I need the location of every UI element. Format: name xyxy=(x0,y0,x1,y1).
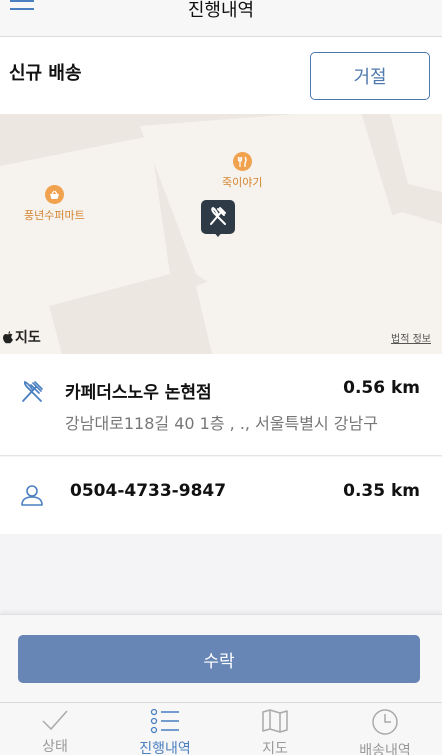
reject-button[interactable]: 거절 xyxy=(310,52,430,100)
customer-row[interactable]: 0504-4733-9847 0.35 km xyxy=(0,457,442,534)
map-view[interactable]: 풍년수퍼마트 죽이야기 지도 법적 정보 xyxy=(0,114,442,354)
map-legal-link[interactable]: 법적 정보 xyxy=(391,330,431,345)
tab-status-label: 상태 xyxy=(42,739,68,755)
list-icon xyxy=(149,708,181,734)
map-brand-label: 지도 xyxy=(15,330,41,346)
customer-phone[interactable]: 0504-4733-9847 xyxy=(70,481,226,501)
pickup-distance: 0.56 km xyxy=(343,378,420,398)
pickup-address: 강남대로118길 40 1층 , ., 서울특별시 강남구 xyxy=(65,414,378,433)
new-delivery-bar: 신규 배송 거절 xyxy=(0,37,442,114)
action-area: 수락 xyxy=(0,614,442,702)
poi-supermarket[interactable]: 풍년수퍼마트 xyxy=(24,185,85,223)
map-brand: 지도 xyxy=(2,327,41,347)
page-title: 진행내역 xyxy=(187,0,255,21)
pin-pointer xyxy=(212,230,224,237)
check-icon xyxy=(40,708,70,732)
accept-button[interactable]: 수락 xyxy=(18,635,420,683)
pickup-name: 카페더스노우 논현점 xyxy=(65,383,212,403)
tab-bar: 상태 진행내역 지도 배송내역 xyxy=(0,702,442,755)
customer-distance: 0.35 km xyxy=(343,481,420,501)
person-icon xyxy=(20,483,44,511)
fork-knife-icon xyxy=(210,206,226,225)
clock-icon xyxy=(370,708,400,736)
pickup-row[interactable]: 카페더스노우 논현점 0.56 km 강남대로118길 40 1층 , ., 서… xyxy=(0,354,442,456)
poi-restaurant[interactable]: 죽이야기 xyxy=(222,152,262,190)
tab-progress-label: 진행내역 xyxy=(139,741,191,755)
tab-map[interactable]: 지도 xyxy=(220,703,330,755)
poi-restaurant-label: 죽이야기 xyxy=(222,176,263,189)
top-bar: 진행내역 xyxy=(0,0,442,37)
tab-history[interactable]: 배송내역 xyxy=(330,703,440,755)
fork-knife-icon xyxy=(20,380,44,408)
map-icon xyxy=(260,708,290,734)
tab-status[interactable]: 상태 xyxy=(0,703,110,755)
pickup-map-pin[interactable] xyxy=(201,200,235,234)
fork-knife-icon xyxy=(232,152,252,171)
new-delivery-label: 신규 배송 xyxy=(9,63,82,84)
apple-logo-icon xyxy=(3,331,13,344)
tab-map-label: 지도 xyxy=(262,741,288,755)
basket-icon xyxy=(44,185,64,204)
tab-progress[interactable]: 진행내역 xyxy=(110,703,220,755)
tab-history-label: 배송내역 xyxy=(359,743,411,755)
poi-supermarket-label: 풍년수퍼마트 xyxy=(24,209,85,222)
